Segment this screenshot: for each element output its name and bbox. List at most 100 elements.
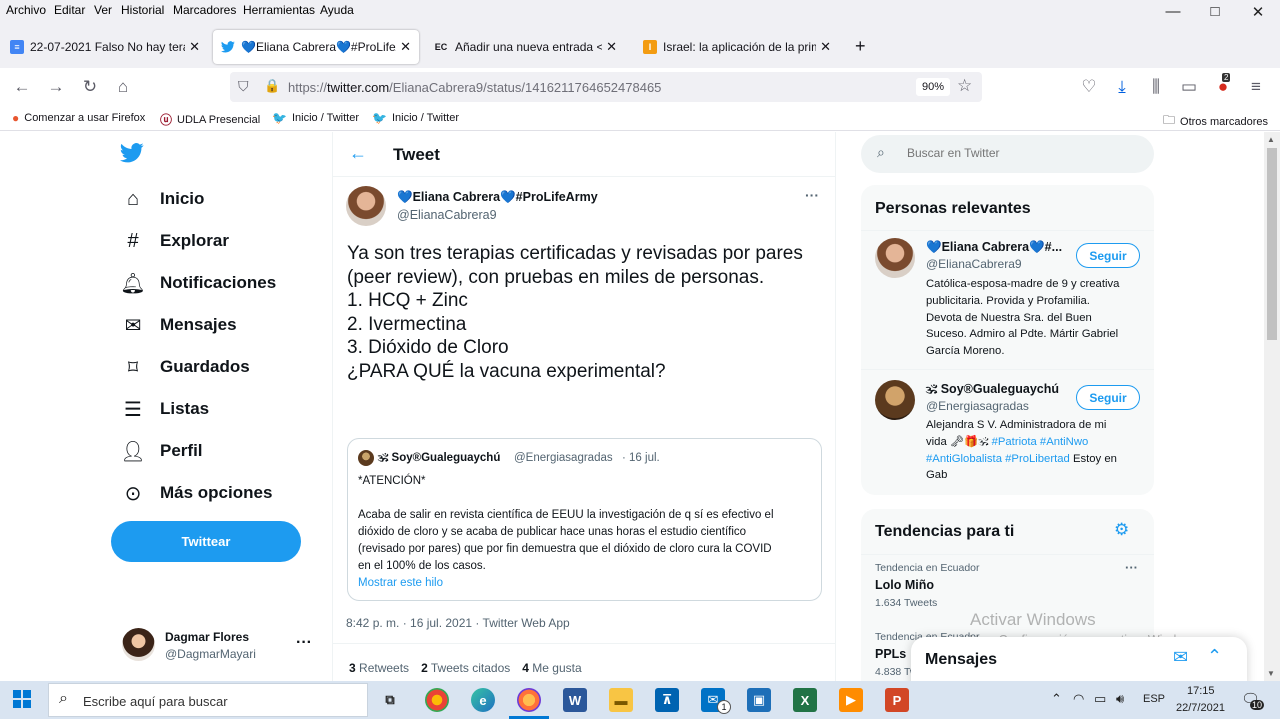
- nav-listas[interactable]: ☰ Listas: [120, 391, 209, 427]
- follow-button[interactable]: Seguir: [1076, 243, 1140, 268]
- search-input[interactable]: [907, 143, 1137, 163]
- other-bookmarks[interactable]: 🗀 Otros marcadores: [1163, 111, 1268, 132]
- menu-herramientas[interactable]: Herramientas: [243, 3, 315, 17]
- show-thread-link[interactable]: Mostrar este hilo: [358, 575, 813, 592]
- page-scrollbar[interactable]: ▲ ▼: [1264, 132, 1280, 681]
- file-explorer-icon[interactable]: ▬: [609, 688, 633, 712]
- messages-drawer[interactable]: Mensajes ✉ ⌃: [911, 637, 1247, 681]
- lock-icon[interactable]: 🔒: [264, 78, 280, 94]
- minimize-icon[interactable]: —: [1163, 3, 1183, 23]
- gear-icon[interactable]: ⚙: [1114, 520, 1129, 540]
- menu-historial[interactable]: Historial: [121, 3, 164, 17]
- bookmark-twitter-2[interactable]: 🐦 Inicio / Twitter: [372, 111, 459, 125]
- new-message-icon[interactable]: ✉: [1173, 647, 1188, 668]
- menu-editar[interactable]: Editar: [54, 3, 85, 17]
- remote-desktop-icon[interactable]: ▣: [747, 688, 771, 712]
- media-player-icon[interactable]: ▶: [839, 688, 863, 712]
- close-tab-icon[interactable]: ✕: [606, 39, 617, 55]
- address-bar[interactable]: ⛉ 🔒 https://twitter.com/ElianaCabrera9/s…: [230, 72, 982, 102]
- chrome-icon[interactable]: [425, 688, 449, 712]
- word-icon[interactable]: W: [563, 688, 587, 712]
- wifi-icon[interactable]: ◠: [1073, 691, 1084, 707]
- account-name[interactable]: Dagmar Flores: [165, 630, 249, 644]
- speaker-icon[interactable]: 🔊︎: [1116, 691, 1124, 707]
- menu-ayuda[interactable]: Ayuda: [320, 3, 354, 17]
- person-name[interactable]: 💙Eliana Cabrera💙#...: [926, 240, 1062, 255]
- taskbar-search[interactable]: ⌕ Escribe aquí para buscar: [48, 683, 368, 717]
- scroll-down-icon[interactable]: ▼: [1267, 669, 1275, 678]
- person-name[interactable]: 🕉 Soy®Gualeguaychú: [926, 382, 1059, 397]
- stat-retweets[interactable]: 3 Retweets: [349, 661, 409, 675]
- search-box[interactable]: ⌕: [861, 135, 1154, 173]
- follow-button[interactable]: Seguir: [1076, 385, 1140, 410]
- close-tab-icon[interactable]: ✕: [820, 39, 831, 55]
- scroll-up-icon[interactable]: ▲: [1267, 135, 1275, 144]
- close-tab-icon[interactable]: ✕: [400, 39, 411, 55]
- maximize-icon[interactable]: □: [1205, 3, 1225, 23]
- tab-factcheck[interactable]: ≡ 22-07-2021 Falso No hay terapia ✕: [2, 32, 208, 61]
- download-icon[interactable]: ⤓: [1111, 77, 1133, 97]
- forward-arrow-icon[interactable]: →: [45, 77, 67, 97]
- more-dots-icon[interactable]: ···: [1125, 560, 1138, 575]
- tweet-button[interactable]: Twittear: [111, 521, 301, 562]
- reload-icon[interactable]: ↻: [79, 77, 101, 97]
- avatar[interactable]: [122, 628, 155, 661]
- firefox-icon[interactable]: [517, 688, 541, 712]
- tab-israel[interactable]: I Israel: la aplicación de la primer ✕: [635, 32, 839, 61]
- tab-twitter[interactable]: 💙Eliana Cabrera💙#ProLifeAr ✕: [213, 30, 419, 64]
- shield-icon[interactable]: ⛉: [238, 78, 249, 95]
- nav-mas-opciones[interactable]: ⊙ Más opciones: [120, 475, 273, 511]
- excel-icon[interactable]: X: [793, 688, 817, 712]
- menu-ver[interactable]: Ver: [94, 3, 112, 17]
- taskbar-search-input[interactable]: Escribe aquí para buscar: [83, 694, 228, 709]
- library-icon[interactable]: ⫼: [1145, 77, 1167, 97]
- store-icon[interactable]: ⊼: [655, 688, 679, 712]
- menu-archivo[interactable]: Archivo: [6, 3, 46, 17]
- author-handle[interactable]: @ElianaCabrera9: [397, 208, 497, 222]
- hamburger-menu-icon[interactable]: ≡: [1245, 77, 1267, 97]
- stat-quotes[interactable]: 2 Tweets citados: [421, 661, 510, 675]
- hashtag-link[interactable]: #AntiGlobalista #ProLibertad: [926, 453, 1070, 465]
- scroll-thumb[interactable]: [1267, 148, 1277, 340]
- bookmark-firefox[interactable]: ● Comenzar a usar Firefox: [12, 111, 145, 125]
- nav-perfil[interactable]: 👤︎ Perfil: [120, 433, 202, 469]
- nav-inicio[interactable]: ⌂ Inicio: [120, 181, 204, 217]
- menu-marcadores[interactable]: Marcadores: [173, 3, 236, 17]
- expand-drawer-icon[interactable]: ⌃: [1207, 646, 1222, 667]
- powerpoint-icon[interactable]: P: [885, 688, 909, 712]
- nav-explorar[interactable]: # Explorar: [120, 223, 229, 259]
- twitter-logo-icon[interactable]: [120, 143, 144, 168]
- hashtag-link[interactable]: #Patriota #AntiNwo: [992, 436, 1089, 448]
- zoom-level[interactable]: 90%: [916, 78, 951, 96]
- author-avatar[interactable]: [346, 186, 386, 226]
- pocket-icon[interactable]: ♡: [1078, 77, 1100, 97]
- url-text[interactable]: https://twitter.com/ElianaCabrera9/statu…: [288, 80, 661, 95]
- nav-mensajes[interactable]: ✉ Mensajes: [120, 307, 237, 343]
- task-view-icon[interactable]: ⧉: [378, 688, 402, 712]
- avatar[interactable]: [875, 238, 915, 278]
- avatar[interactable]: [875, 380, 915, 420]
- language-indicator[interactable]: ESP: [1143, 693, 1165, 705]
- nav-guardados[interactable]: ⌑ Guardados: [120, 349, 250, 385]
- trend-name[interactable]: Lolo Miño: [875, 578, 934, 592]
- close-tab-icon[interactable]: ✕: [189, 39, 200, 55]
- back-arrow-icon[interactable]: ←: [349, 143, 367, 164]
- close-window-icon[interactable]: ✕: [1248, 3, 1268, 23]
- battery-icon[interactable]: ▭: [1094, 691, 1106, 707]
- nav-notificaciones[interactable]: 🔔︎ Notificaciones: [120, 265, 276, 301]
- trend-name[interactable]: PPLs: [875, 647, 906, 661]
- sidebar-icon[interactable]: ▭: [1178, 77, 1200, 97]
- edge-icon[interactable]: e: [471, 688, 495, 712]
- back-arrow-icon[interactable]: ←: [11, 77, 33, 97]
- home-icon[interactable]: ⌂: [112, 77, 134, 97]
- clock-date[interactable]: 22/7/2021: [1176, 702, 1225, 714]
- more-dots-icon[interactable]: ···: [805, 187, 819, 203]
- windows-start-icon[interactable]: [13, 690, 31, 713]
- author-name[interactable]: 💙Eliana Cabrera💙#ProLifeArmy: [397, 190, 598, 205]
- chevron-up-icon[interactable]: ⌃: [1051, 691, 1062, 707]
- stat-likes[interactable]: 4 Me gusta: [522, 661, 581, 675]
- tab-ecuador-chequea[interactable]: EC Añadir una nueva entrada < Ec ✕: [425, 32, 625, 61]
- bookmark-udla[interactable]: ⓤ UDLA Presencial: [160, 111, 260, 128]
- star-bookmark-icon[interactable]: ☆: [957, 76, 972, 96]
- bookmark-twitter-1[interactable]: 🐦 Inicio / Twitter: [272, 111, 359, 125]
